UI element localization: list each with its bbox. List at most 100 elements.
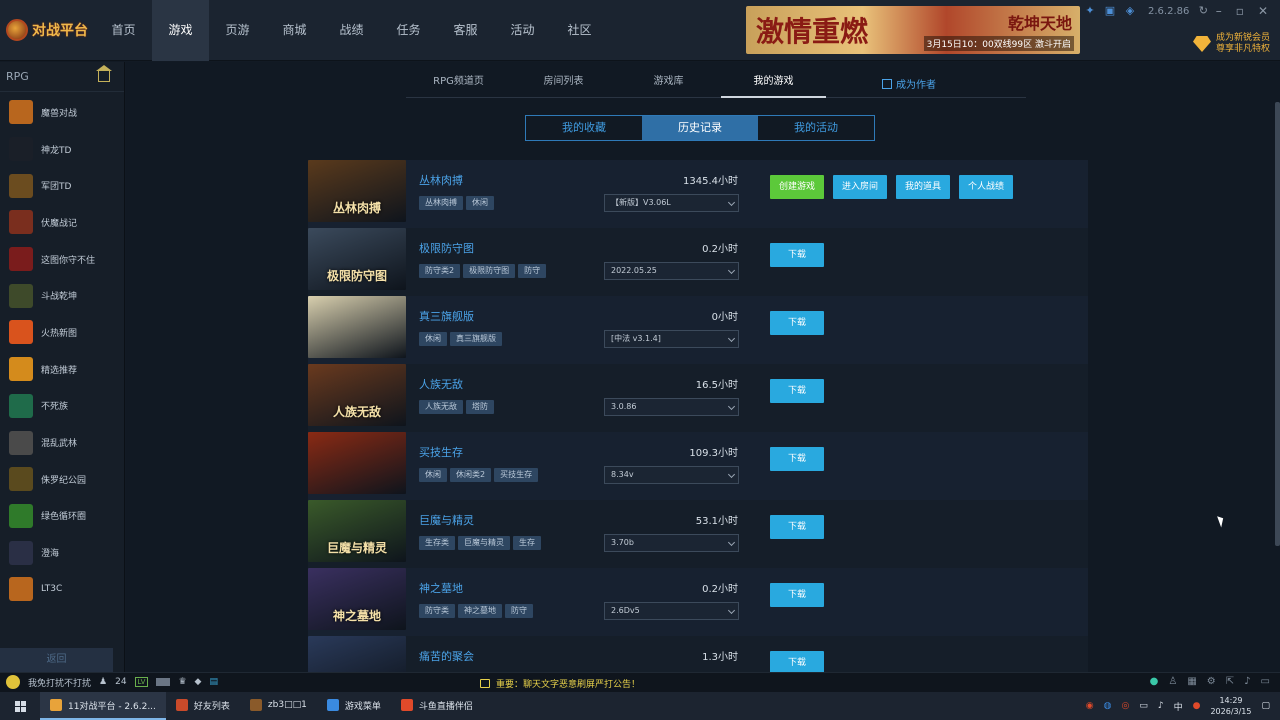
segment-tab[interactable]: 我的活动 [758, 116, 874, 140]
user-avatar[interactable] [6, 675, 20, 689]
subnav-tab[interactable]: RPG频道页 [406, 62, 511, 98]
taskbar-app[interactable]: 斗鱼直播伴侣 [391, 692, 483, 720]
subnav-tab[interactable]: 我的游戏 [721, 62, 826, 98]
nav-item[interactable]: 商城 [266, 0, 323, 61]
game-thumbnail[interactable]: 神之墓地 [308, 568, 406, 630]
taskbar-app[interactable]: 游戏菜单 [317, 692, 391, 720]
nav-item[interactable]: 活动 [494, 0, 551, 61]
game-tag[interactable]: 防守 [518, 264, 547, 278]
close-icon[interactable]: ✕ [1258, 4, 1268, 18]
game-tag[interactable]: 休闲 [419, 332, 447, 346]
game-name-link[interactable]: 买技生存 [419, 444, 463, 460]
sidebar-item[interactable]: 绿色循环圈 [0, 498, 124, 535]
game-tag[interactable]: 防守 [505, 604, 533, 618]
download-button[interactable]: 下载 [770, 583, 824, 607]
game-name-link[interactable]: 痛苦的聚会 [419, 648, 474, 664]
download-button[interactable]: 下载 [770, 447, 824, 471]
version-select[interactable]: [中法 v3.1.4] [604, 330, 739, 348]
game-name-link[interactable]: 极限防守图 [419, 240, 474, 256]
shirt-icon[interactable]: ▣ [1104, 5, 1116, 17]
friends-icon[interactable]: ♟ [99, 677, 107, 687]
back-button[interactable]: 返回 [0, 648, 113, 672]
game-thumbnail[interactable]: 丛林肉搏 [308, 160, 406, 222]
version-select[interactable]: 3.0.86 [604, 398, 739, 416]
game-tag[interactable]: 巨魔与精灵 [458, 536, 510, 550]
sidebar-item[interactable]: 军团TD [0, 167, 124, 204]
nav-item[interactable]: 任务 [380, 0, 437, 61]
game-tag[interactable]: 极限防守图 [463, 264, 516, 278]
sidebar-item[interactable]: 精选推荐 [0, 351, 124, 388]
notification-icon[interactable]: ▢ [1261, 701, 1270, 711]
gem-icon[interactable]: ◆ [195, 677, 202, 687]
chat-icon[interactable]: ▤ [209, 677, 218, 687]
version-select[interactable]: 3.70b [604, 534, 739, 552]
clock[interactable]: 14:29 2026/3/15 [1210, 695, 1251, 717]
ime-indicator[interactable]: 中 [1174, 700, 1183, 713]
sidebar-item[interactable]: 这图你守不住 [0, 241, 124, 278]
action-button[interactable]: 个人战绩 [959, 175, 1013, 199]
tray-app-icon[interactable]: ◉ [1086, 701, 1094, 711]
game-tag[interactable]: 神之墓地 [458, 604, 502, 618]
game-thumbnail[interactable] [308, 432, 406, 494]
game-name-link[interactable]: 人族无敌 [419, 376, 463, 392]
nav-item[interactable]: 战绩 [323, 0, 380, 61]
game-tag[interactable]: 人族无敌 [419, 400, 463, 414]
game-thumbnail[interactable] [308, 296, 406, 358]
minimize-icon[interactable]: – [1216, 4, 1222, 18]
promo-banner[interactable]: 激情重燃 乾坤天地 3月15日10：00双线99区 激斗开启 [746, 6, 1080, 54]
sidebar-item[interactable]: 神龙TD [0, 131, 124, 168]
version-select[interactable]: 2.6Dv5 [604, 602, 739, 620]
scrollbar[interactable] [1275, 102, 1280, 546]
maximize-icon[interactable]: ▫ [1236, 4, 1244, 18]
segment-tab[interactable]: 历史记录 [642, 116, 758, 140]
game-thumbnail[interactable]: 人族无敌 [308, 364, 406, 426]
screen-icon[interactable]: ▭ [1261, 676, 1270, 687]
become-author-link[interactable]: 成为作者 [882, 76, 936, 91]
notice-ticker[interactable]: 重要：聊天文字恶意刷屏严打公告！ [480, 677, 640, 690]
volume-tray-icon[interactable]: ♪ [1158, 701, 1164, 711]
nav-item[interactable]: 页游 [209, 0, 266, 61]
taskbar-app[interactable]: 好友列表 [166, 692, 240, 720]
export-icon[interactable]: ⇱ [1226, 676, 1234, 687]
subnav-tab[interactable]: 房间列表 [511, 62, 616, 98]
app-logo[interactable]: 对战平台 [6, 14, 88, 46]
version-select[interactable]: 【新版】V3.06L [604, 194, 739, 212]
game-tag[interactable]: 真三旗舰版 [450, 332, 502, 346]
sidebar-item[interactable]: 斗战乾坤 [0, 277, 124, 314]
download-button[interactable]: 下载 [770, 379, 824, 403]
skin-icon[interactable]: ◈ [1124, 5, 1136, 17]
start-button[interactable] [0, 692, 40, 720]
antivirus-icon[interactable]: ● [1193, 701, 1201, 711]
volume-icon[interactable]: ♪ [1244, 676, 1250, 687]
game-tag[interactable]: 休闲 [466, 196, 494, 210]
crown-icon[interactable]: ♛ [178, 677, 186, 687]
tray-app-icon[interactable]: ◎ [1121, 701, 1129, 711]
nav-item[interactable]: 客服 [437, 0, 494, 61]
taskbar-app[interactable]: zb3□□1 [240, 692, 317, 720]
sidebar-item[interactable]: 混乱武林 [0, 424, 124, 461]
sidebar-item[interactable]: 火热新图 [0, 314, 124, 351]
segment-tab[interactable]: 我的收藏 [526, 116, 642, 140]
game-thumbnail[interactable]: 巨魔与精灵 [308, 500, 406, 562]
nav-item[interactable]: 首页 [95, 0, 152, 61]
action-button[interactable]: 创建游戏 [770, 175, 824, 199]
taskbar-app[interactable]: 11对战平台 - 2.6.2... [40, 692, 166, 720]
game-tag[interactable]: 塔防 [466, 400, 494, 414]
sidebar-item[interactable]: 侏罗纪公园 [0, 461, 124, 498]
settings-icon[interactable]: ⚙ [1207, 676, 1216, 687]
game-name-link[interactable]: 丛林肉搏 [419, 172, 463, 188]
game-tag[interactable]: 买技生存 [494, 468, 539, 482]
game-name-link[interactable]: 巨魔与精灵 [419, 512, 474, 528]
home-icon[interactable] [96, 65, 112, 82]
sidebar-item[interactable]: LT3C [0, 571, 124, 608]
sidebar-item[interactable]: 魔兽对战 [0, 94, 124, 131]
download-button[interactable]: 下载 [770, 515, 824, 539]
game-tag[interactable]: 防守类2 [419, 264, 461, 278]
network-icon[interactable]: ▭ [1139, 701, 1148, 711]
version-select[interactable]: 8.34v [604, 466, 739, 484]
sidebar-item[interactable]: 澄海 [0, 534, 124, 571]
sidebar-item[interactable]: 伏魔战记 [0, 204, 124, 241]
game-tag[interactable]: 休闲 [419, 468, 447, 482]
game-tag[interactable]: 丛林肉搏 [419, 196, 463, 210]
grid-icon[interactable]: ▦ [1187, 676, 1196, 687]
